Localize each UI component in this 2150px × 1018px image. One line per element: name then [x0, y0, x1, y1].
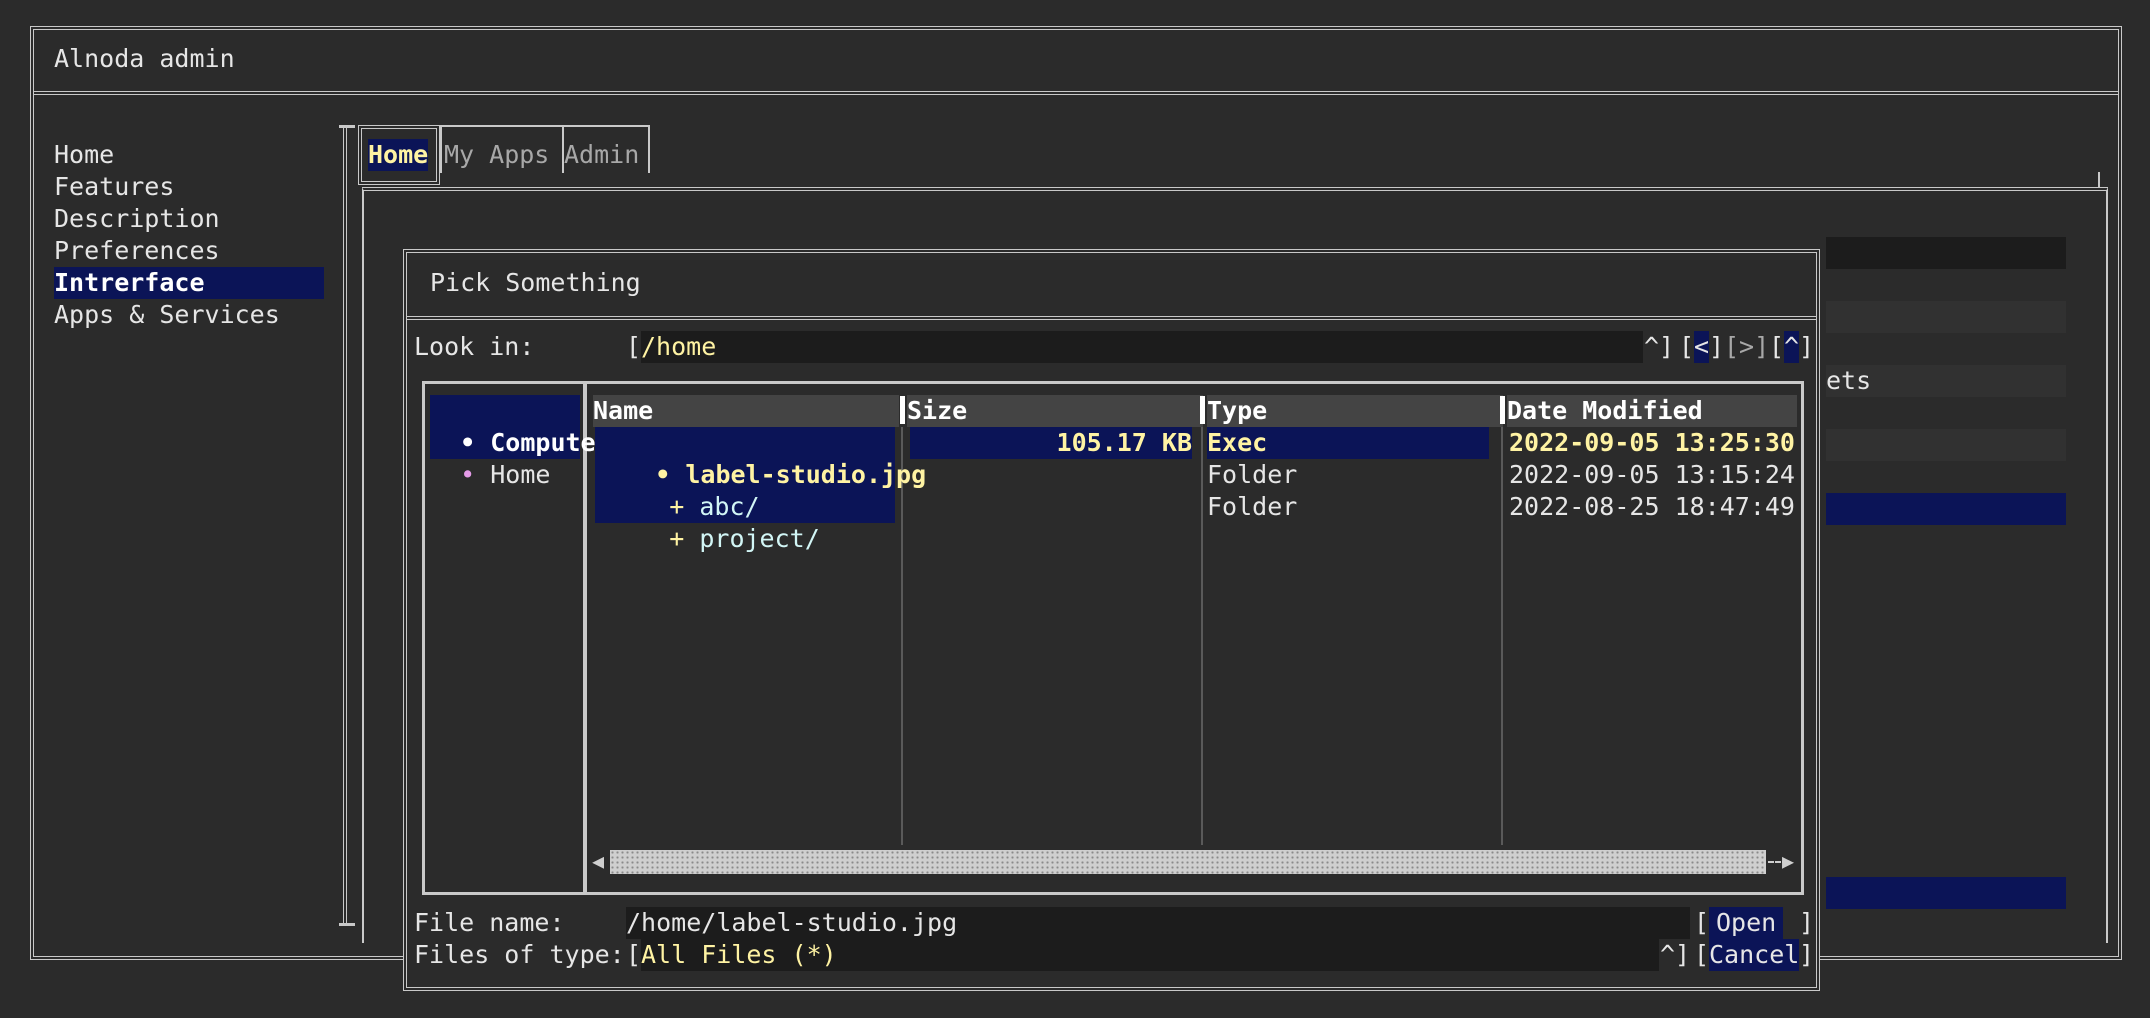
app-title: Alnoda admin — [54, 44, 235, 73]
bg-selected-row — [1826, 493, 2066, 525]
open-button[interactable]: Open — [1709, 907, 1784, 939]
table-row[interactable]: + project/ Folder 2022-08-25 18:47:49 — [593, 491, 1797, 553]
dialog-title-divider — [407, 316, 1816, 320]
file-modified: 2022-09-05 13:15:24 — [1509, 460, 1795, 489]
look-in-path[interactable]: /home — [641, 331, 1643, 363]
file-modified: 2022-08-25 18:47:49 — [1509, 492, 1795, 521]
file-name-input[interactable]: /home/label-studio.jpg — [626, 907, 1690, 939]
bg-selected-button — [1826, 877, 2066, 909]
cancel-bracket-left: [ — [1694, 940, 1710, 969]
bg-field-1 — [1826, 237, 2066, 269]
file-prefix: + — [669, 524, 685, 553]
forward-button[interactable]: [>] — [1724, 331, 1769, 363]
files-of-type-label: Files of type: — [414, 940, 625, 969]
column-header-date-modified[interactable]: Date Modified — [1507, 395, 1797, 427]
table-row[interactable]: • label-studio.jpg 105.17 KB Exec 2022-0… — [593, 427, 1797, 523]
file-name-label: File name: — [414, 908, 565, 937]
bg-field-2 — [1826, 301, 2066, 333]
column-resize-2[interactable] — [1200, 396, 1205, 424]
column-header-name[interactable]: Name — [593, 395, 899, 427]
content-panel-cap — [2098, 172, 2106, 188]
bg-partial-text: ets — [1826, 366, 1872, 395]
files-of-type-open-bracket: [ — [626, 940, 642, 969]
place-home-label: Home — [490, 460, 551, 489]
cancel-button[interactable]: Cancel — [1709, 939, 1800, 971]
back-button[interactable]: < — [1694, 331, 1710, 363]
file-name-cell: + project/ — [609, 491, 820, 587]
place-home[interactable]: • Home — [430, 427, 550, 491]
up-bracket-left: [ — [1769, 332, 1785, 361]
sidebar-item-intrerface[interactable]: Intrerface — [54, 267, 324, 299]
back-bracket-left: [ — [1679, 332, 1695, 361]
tab-admin-label: Admin — [564, 140, 640, 169]
file-type: Folder — [1207, 492, 1298, 521]
file-type: Exec — [1207, 427, 1489, 459]
files-of-type-select[interactable]: All Files (*) — [641, 939, 1659, 971]
cancel-bracket-right: ] — [1799, 940, 1815, 969]
sidebar-item-apps-services[interactable]: Apps & Services — [54, 299, 280, 331]
sidebar-item-home[interactable]: Home — [54, 139, 114, 171]
file-type: Folder — [1207, 460, 1298, 489]
files-of-type-dropdown[interactable]: ^] — [1660, 939, 1690, 971]
look-in-open-bracket: [ — [626, 332, 642, 361]
sidebar-item-features[interactable]: Features — [54, 171, 174, 203]
back-bracket-right: ] — [1709, 332, 1725, 361]
sidebar-item-description[interactable]: Description — [54, 203, 220, 235]
scroll-right-arrow[interactable]: ▶ — [1782, 845, 1794, 877]
horizontal-scrollbar-thumb[interactable] — [610, 850, 1766, 874]
scroll-left-arrow[interactable]: ◀ — [592, 845, 604, 877]
table-row[interactable]: + abc/ Folder 2022-09-05 13:15:24 — [593, 459, 1797, 521]
sidebar-divider — [343, 125, 347, 925]
up-bracket-right: ] — [1799, 332, 1815, 361]
look-in-dropdown[interactable]: ^] — [1644, 331, 1674, 363]
tab-home-label: Home — [368, 139, 429, 171]
up-button[interactable]: ^ — [1784, 331, 1800, 363]
place-home-bullet: • — [460, 460, 476, 489]
bg-field-4 — [1826, 429, 2066, 461]
dialog-title: Pick Something — [430, 268, 641, 297]
open-bracket-left: [ — [1694, 908, 1710, 937]
file-modified: 2022-09-05 13:25:30 — [1509, 428, 1795, 457]
look-in-label: Look in: — [414, 332, 535, 361]
file-size: 105.17 KB — [910, 427, 1192, 459]
places-divider — [583, 381, 587, 895]
tab-my-apps-label: My Apps — [444, 140, 550, 169]
column-header-size[interactable]: Size — [907, 395, 1203, 427]
sidebar-item-preferences[interactable]: Preferences — [54, 235, 220, 267]
open-bracket-right: ] — [1799, 908, 1815, 937]
divider-bottom-cap — [339, 923, 355, 926]
column-header-type[interactable]: Type — [1207, 395, 1503, 427]
divider-top-cap — [339, 125, 355, 128]
column-resize-1[interactable] — [900, 396, 905, 424]
file-name: project/ — [699, 524, 820, 553]
title-divider — [34, 91, 2118, 95]
column-resize-3[interactable] — [1500, 396, 1505, 424]
